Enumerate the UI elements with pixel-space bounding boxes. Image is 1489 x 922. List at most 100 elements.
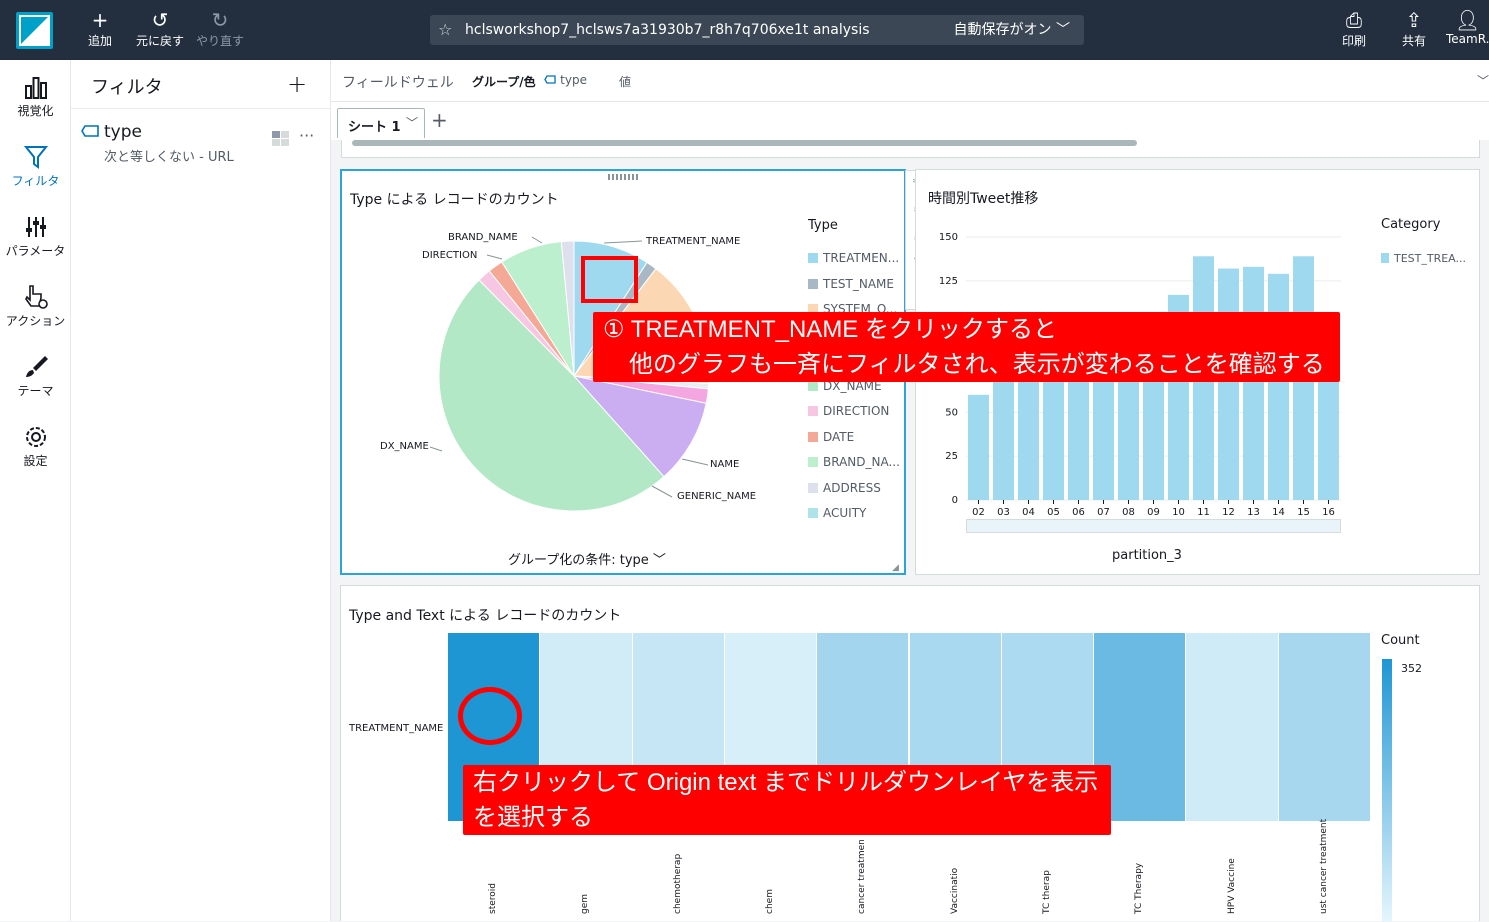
sheet-tab[interactable]: シート 1 ﹀ bbox=[337, 108, 425, 138]
top-bar: + 追加 ↺ 元に戻す ↻ やり直す ☆ hclsworkshop7_hclsw… bbox=[0, 0, 1489, 60]
pie-label-direction: DIRECTION bbox=[422, 250, 478, 261]
bar-legend-title: Category bbox=[1381, 217, 1441, 232]
pie-title: Type による レコードのカウント bbox=[350, 192, 559, 208]
x-tick-label: 03 bbox=[997, 507, 1010, 518]
bar-legend-item: TEST_TREA... bbox=[1381, 252, 1466, 265]
pie-legend-item[interactable]: ACUITY bbox=[808, 506, 866, 520]
y-tick-label: 25 bbox=[945, 451, 958, 462]
bar-scroll-range[interactable] bbox=[966, 519, 1341, 533]
analysis-title: hclsworkshop7_hclsws7a31930b7_r8h7q706xe… bbox=[465, 22, 870, 38]
nav-visualize[interactable]: 視覚化 bbox=[0, 72, 71, 119]
highlight-circle bbox=[458, 687, 522, 745]
pie-legend-item[interactable]: DIRECTION bbox=[808, 404, 889, 418]
heatmap-visual[interactable]: Type and Text による レコードのカウント TREATMENT_NA… bbox=[340, 585, 1480, 922]
pie-legend-item[interactable]: DATE bbox=[808, 430, 854, 444]
filter-more-menu[interactable]: ··· bbox=[299, 126, 314, 145]
y-tick-label: 125 bbox=[939, 276, 958, 287]
redo-icon: ↻ bbox=[211, 8, 229, 32]
heatmap-legend-title: Count bbox=[1381, 633, 1420, 648]
divider bbox=[71, 108, 330, 109]
pie-legend-item[interactable]: BRAND_NA... bbox=[808, 455, 900, 469]
group-color-field[interactable]: type bbox=[544, 73, 587, 88]
filter-description: 次と等しくない - URL bbox=[104, 150, 234, 165]
share-button[interactable]: ⇪ 共有 bbox=[1398, 8, 1430, 49]
bar-chart-icon bbox=[0, 72, 71, 102]
analysis-title-box[interactable]: ☆ hclsworkshop7_hclsws7a31930b7_r8h7q706… bbox=[430, 15, 1084, 45]
brush-icon bbox=[0, 352, 71, 382]
pie-legend-item[interactable]: TREATMEN... bbox=[808, 251, 899, 265]
heatmap-x-label: steroid bbox=[488, 883, 499, 914]
field-well-label: フィールドウェル bbox=[342, 75, 454, 91]
heatmap-color-scale bbox=[1382, 659, 1392, 922]
printer-icon: ⎙ bbox=[1346, 8, 1362, 32]
collapse-chevron-icon[interactable]: ﹀ bbox=[1477, 72, 1489, 89]
gear-icon bbox=[0, 422, 71, 452]
pie-label-treatment: TREATMENT_NAME bbox=[646, 236, 741, 247]
bar-xlabel: partition_3 bbox=[1112, 548, 1182, 563]
bar[interactable] bbox=[1218, 268, 1239, 500]
undo-button[interactable]: ↺ 元に戻す bbox=[134, 8, 186, 49]
redo-button[interactable]: ↻ やり直す bbox=[194, 8, 246, 49]
x-tick-label: 08 bbox=[1122, 507, 1135, 518]
print-button[interactable]: ⎙ 印刷 bbox=[1338, 8, 1370, 49]
groupby-dropdown[interactable]: グループ化の条件: type ﹀ bbox=[508, 549, 666, 568]
nav-themes[interactable]: テーマ bbox=[0, 352, 71, 399]
autosave-dropdown[interactable]: 自動保存がオン ﹀ bbox=[954, 15, 1070, 45]
pie-legend-item[interactable]: TEST_NAME bbox=[808, 277, 894, 291]
filter-panel: フィルタ + type 次と等しくない - URL ··· bbox=[71, 60, 331, 921]
star-icon[interactable]: ☆ bbox=[438, 15, 452, 45]
filter-item-type[interactable]: type 次と等しくない - URL ··· bbox=[79, 118, 324, 166]
filter-name: type bbox=[104, 122, 142, 142]
pie-label-name: NAME bbox=[710, 459, 740, 470]
chevron-down-icon: ﹀ bbox=[1056, 22, 1070, 38]
x-tick-label: 11 bbox=[1197, 507, 1210, 518]
nav-settings[interactable]: 設定 bbox=[0, 422, 71, 469]
nav-actions[interactable]: アクション bbox=[0, 282, 71, 329]
active-indicator bbox=[62, 152, 70, 168]
legend-swatch bbox=[808, 253, 818, 263]
user-menu[interactable]: 👤︎ TeamR... bbox=[1446, 8, 1489, 46]
bar[interactable] bbox=[1268, 273, 1289, 500]
highlight-rectangle bbox=[581, 256, 638, 303]
legend-label: DATE bbox=[823, 429, 855, 444]
pie-legend-item[interactable]: ADDRESS bbox=[808, 481, 881, 495]
bar[interactable] bbox=[968, 394, 989, 500]
sliders-icon bbox=[0, 212, 71, 242]
add-sheet-button[interactable]: + bbox=[431, 108, 448, 132]
chevron-down-icon[interactable]: ﹀ bbox=[406, 114, 418, 131]
horizontal-scrollbar[interactable] bbox=[352, 140, 1137, 146]
add-button[interactable]: + 追加 bbox=[84, 8, 116, 49]
heatmap-cell[interactable] bbox=[1186, 633, 1278, 821]
pie-label-dx: DX_NAME bbox=[380, 441, 429, 452]
filter-icon bbox=[0, 142, 71, 172]
bar[interactable] bbox=[993, 363, 1014, 500]
heatmap-cell[interactable] bbox=[1278, 633, 1370, 821]
x-tick-label: 16 bbox=[1322, 507, 1335, 518]
pie-legend: TREATMEN...TEST_NAMESYSTEM_O...IDGENERIC… bbox=[808, 251, 904, 567]
x-tick-label: 09 bbox=[1147, 507, 1160, 518]
nav-parameters[interactable]: パラメータ bbox=[0, 212, 71, 259]
x-tick-label: 04 bbox=[1022, 507, 1035, 518]
drag-handle[interactable] bbox=[608, 174, 638, 180]
nav-filter[interactable]: フィルタ bbox=[0, 142, 71, 189]
share-icon: ⇪ bbox=[1405, 8, 1423, 32]
bar[interactable] bbox=[1243, 266, 1264, 500]
heatmap-x-label: Vaccinatio bbox=[949, 867, 960, 914]
heatmap-x-label: cancer treatmen bbox=[857, 839, 868, 914]
y-tick-label: 150 bbox=[939, 232, 958, 243]
legend-swatch bbox=[808, 482, 818, 493]
heatmap-x-label: TC Therapy bbox=[1134, 862, 1145, 914]
heatmap-legend-max: 352 bbox=[1401, 662, 1422, 675]
resize-handle[interactable]: ◢ bbox=[892, 563, 899, 573]
value-label[interactable]: 値 bbox=[619, 73, 631, 90]
field-well-bar: フィールドウェル グループ/色 type 値 ﹀ bbox=[331, 60, 1489, 102]
legend-label: BRAND_NA... bbox=[823, 455, 900, 469]
heatmap-x-label: chemotherap bbox=[672, 853, 683, 914]
canvas-top-strip bbox=[341, 140, 1480, 158]
pie-label-generic: GENERIC_NAME bbox=[677, 491, 757, 502]
add-filter-button[interactable]: + bbox=[287, 70, 307, 98]
plus-icon: + bbox=[91, 8, 109, 32]
leader-line bbox=[681, 458, 709, 466]
quicksight-logo[interactable] bbox=[16, 12, 53, 49]
annotation-callout-1: ① TREATMENT_NAME をクリックすると 他のグラフも一斉にフィルタさ… bbox=[593, 312, 1340, 382]
